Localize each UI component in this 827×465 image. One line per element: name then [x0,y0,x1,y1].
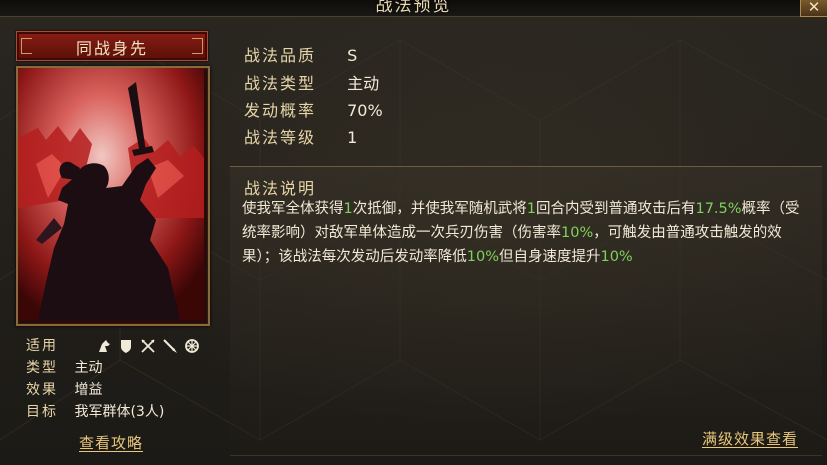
skill-name-banner: 同战身先 [16,31,208,61]
kind-value: 主动 [347,74,380,93]
title-bar: 战法预览 ✕ [0,0,827,17]
kind-row: 战法类型 主动 [244,72,379,96]
applicable-row: 适用 [26,336,199,356]
effect-value: 增益 [74,382,103,398]
spear-icon [163,339,177,353]
full-level-effect-link[interactable]: 满级效果查看 [702,428,798,449]
skill-art-card [16,66,210,326]
skill-name: 同战身先 [75,39,148,58]
description-highlight-value: 10% [561,225,594,241]
level-value: 1 [347,128,358,147]
bow-icon [141,339,155,353]
level-label: 战法等级 [244,128,317,147]
description-text: 使我军全体获得1次抵御，并使我军随机武将1回合内受到普通攻击后有17.5%概率（… [242,197,808,269]
description-title: 战法说明 [244,179,317,198]
window-title: 战法预览 [375,0,452,16]
shield-icon [121,340,131,353]
effect-row: 效果 增益 [26,380,102,400]
skill-art [18,68,204,320]
close-button[interactable]: ✕ [800,0,827,17]
siege-icon [185,339,199,353]
chance-label: 发动概率 [244,101,317,120]
description-highlight-value: 10% [600,249,633,265]
target-row: 目标 我军群体(3人) [26,402,164,422]
applicable-label: 适用 [26,338,58,354]
chance-value: 70% [347,101,383,120]
quality-row: 战法品质 S [244,44,357,68]
type-label: 类型 [26,360,58,376]
target-value: 我军群体(3人) [74,404,165,420]
description-segment: 使我军全体获得 [242,201,344,217]
skill-preview-panel: 战法预览 ✕ 同战身先 适用 类型 主动 效果 增益 目标 我军群体(3人) 查… [0,0,827,465]
chance-row: 发动概率 70% [244,99,383,123]
description-segment: 次抵御，并使我军随机武将 [352,201,527,217]
type-value: 主动 [74,360,103,376]
description-highlight-value: 1 [343,201,353,217]
effect-label: 效果 [26,382,58,398]
description-box: 战法说明 使我军全体获得1次抵御，并使我军随机武将1回合内受到普通攻击后有17.… [230,166,822,456]
view-guide-link[interactable]: 查看攻略 [79,432,143,453]
quality-value: S [347,46,358,65]
type-row: 类型 主动 [26,358,102,378]
quality-label: 战法品质 [244,46,317,65]
kind-label: 战法类型 [244,74,317,93]
cavalry-icon [99,340,110,352]
description-highlight-value: 10% [466,249,499,265]
level-row: 战法等级 1 [244,126,357,150]
description-highlight-value: 1 [526,201,536,217]
description-segment: 回合内受到普通攻击后有 [535,201,696,217]
description-segment: 但自身速度提升 [498,249,601,265]
target-label: 目标 [26,404,58,420]
description-highlight-value: 17.5% [695,201,742,217]
